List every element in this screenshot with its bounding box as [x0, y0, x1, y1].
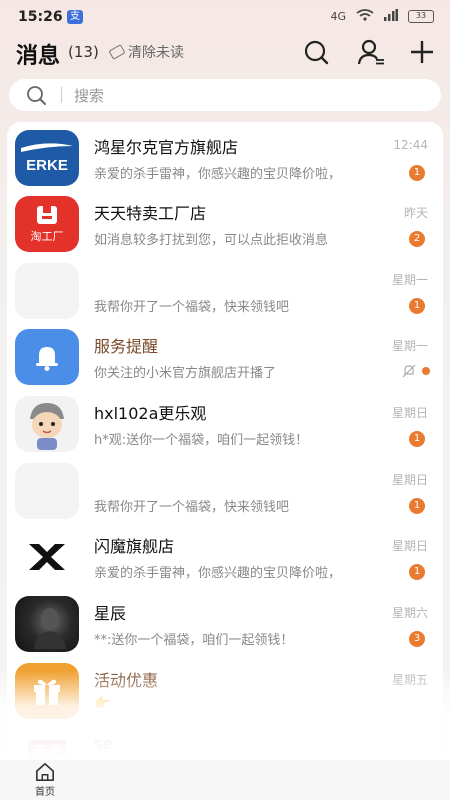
wifi-icon	[356, 9, 374, 24]
tab-home[interactable]: 首页	[22, 762, 68, 798]
unread-badge: 1	[409, 564, 425, 580]
conversation-name: 闪魔旗舰店	[94, 537, 175, 556]
header: 消息 (13) 清除未读	[0, 34, 450, 70]
erke-logo: ERKE	[15, 130, 79, 186]
conversation-item[interactable]: ERKE 鸿星尔克官方旗舰店 亲爱的杀手雷神，你感兴趣的宝贝降价啦， 12:44…	[7, 125, 443, 191]
unread-count: (13)	[68, 43, 99, 61]
search-icon	[304, 40, 329, 65]
conversation-time: 星期日	[391, 473, 428, 487]
unread-badge: 1	[409, 165, 425, 181]
conversation-preview: 如消息较多打扰到您，可以点此拒收消息	[94, 233, 329, 248]
avatar-text: 西麦	[27, 740, 66, 762]
conversation-name: 鸿星尔克官方旗舰店	[94, 138, 239, 157]
conversation-item[interactable]: 闪魔旗舰店 亲爱的杀手雷神，你感兴趣的宝贝降价啦， 星期日 1	[7, 524, 443, 590]
conversation-item[interactable]: 西麦 se	[7, 725, 443, 762]
contacts-button[interactable]	[356, 37, 386, 67]
conversation-item[interactable]: 淘工厂 天天特卖工厂店 如消息较多打扰到您，可以点此拒收消息 昨天 2	[7, 191, 443, 257]
page-title: 消息	[16, 44, 61, 69]
conversation-list: ERKE 鸿星尔克官方旗舰店 亲爱的杀手雷神，你感兴趣的宝贝降价啦， 12:44…	[7, 122, 443, 762]
plus-icon	[411, 41, 433, 63]
svg-text:ERKE: ERKE	[26, 157, 68, 174]
conversation-name: hxl102a更乐观	[94, 404, 207, 423]
battery-icon: 33	[408, 10, 434, 23]
conversation-preview: 我帮你开了一个福袋，快来领钱吧	[94, 500, 290, 515]
xibei-logo: 西麦	[15, 730, 79, 762]
conversation-item[interactable]: 我帮你开了一个福袋，快来领钱吧 星期日 1	[7, 458, 443, 524]
search-icon	[27, 86, 46, 105]
conversation-item[interactable]: 服务提醒 你关注的小米官方旗舰店开播了 星期一	[7, 324, 443, 390]
gift-icon	[15, 663, 79, 719]
photo-avatar	[15, 596, 79, 652]
eraser-icon	[108, 44, 126, 60]
conversation-name: 星辰	[94, 604, 127, 623]
contacts-icon	[357, 39, 384, 65]
blank-avatar	[15, 463, 79, 519]
cartoon-avatar	[15, 396, 79, 452]
search-input[interactable]: 搜索	[9, 79, 441, 111]
search-divider	[61, 87, 62, 103]
conversation-preview: **:送你一个福袋，咱们一起领钱！	[94, 633, 294, 648]
conversation-preview: 亲爱的杀手雷神，你感兴趣的宝贝降价啦，	[94, 167, 342, 182]
alipay-icon: 支	[67, 10, 83, 24]
blank-avatar	[15, 263, 79, 319]
clear-unread-button[interactable]: 清除未读	[108, 42, 184, 62]
conversation-item[interactable]: 星辰 **:送你一个福袋，咱们一起领钱！ 星期六 3	[7, 591, 443, 657]
status-indicators: 4G 33	[330, 9, 434, 24]
conversation-item[interactable]: 活动优惠 👉 星期五	[7, 658, 443, 724]
conversation-time: 星期一	[391, 273, 428, 287]
conversation-preview: 我帮你开了一个福袋，快来领钱吧	[94, 300, 290, 315]
bell-icon	[15, 329, 79, 385]
status-bar: 15:26 支 4G 33	[0, 0, 450, 34]
status-time: 15:26	[18, 9, 63, 25]
conversation-name: 活动优惠	[94, 671, 159, 690]
avatar-text: 淘工厂	[30, 230, 64, 243]
bottom-tab-bar: 首页	[0, 760, 450, 800]
conversation-preview: 亲爱的杀手雷神，你感兴趣的宝贝降价啦，	[94, 566, 342, 581]
unread-badge: 1	[409, 298, 425, 314]
conversation-time: 12:44	[393, 138, 428, 152]
conversation-time: 星期日	[391, 539, 428, 553]
muted-indicator	[402, 364, 430, 378]
search-placeholder: 搜索	[74, 86, 105, 105]
tab-home-label: 首页	[35, 787, 55, 798]
home-icon	[36, 763, 55, 781]
mute-bell-icon	[402, 364, 416, 378]
unread-badge: 3	[409, 631, 425, 647]
conversation-time: 星期一	[391, 339, 428, 353]
unread-dot	[422, 367, 430, 375]
shanmo-logo	[15, 529, 79, 585]
conversation-time: 星期五	[391, 673, 428, 687]
unread-badge: 1	[409, 431, 425, 447]
conversation-preview: 你关注的小米官方旗舰店开播了	[94, 366, 277, 381]
network-label: 4G	[330, 10, 346, 23]
conversation-name: 天天特卖工厂店	[94, 204, 207, 223]
conversation-preview: h*观:送你一个福袋，咱们一起领钱！	[94, 433, 309, 448]
add-button[interactable]	[407, 37, 437, 67]
conversation-preview: 👉	[94, 696, 111, 711]
unread-badge: 1	[409, 498, 425, 514]
signal-icon	[384, 9, 398, 24]
conversation-time: 昨天	[403, 206, 428, 220]
conversation-name: 服务提醒	[94, 337, 159, 356]
taogongchang-logo: 淘工厂	[15, 196, 79, 252]
conversation-time: 星期六	[391, 606, 428, 620]
conversation-time: 星期日	[391, 406, 428, 420]
conversation-item[interactable]: 我帮你开了一个福袋，快来领钱吧 星期一 1	[7, 258, 443, 324]
conversation-name: se	[94, 734, 113, 753]
conversation-item[interactable]: hxl102a更乐观 h*观:送你一个福袋，咱们一起领钱！ 星期日 1	[7, 391, 443, 457]
clear-unread-label: 清除未读	[128, 45, 184, 61]
unread-badge: 2	[409, 231, 425, 247]
search-button[interactable]	[301, 37, 331, 67]
